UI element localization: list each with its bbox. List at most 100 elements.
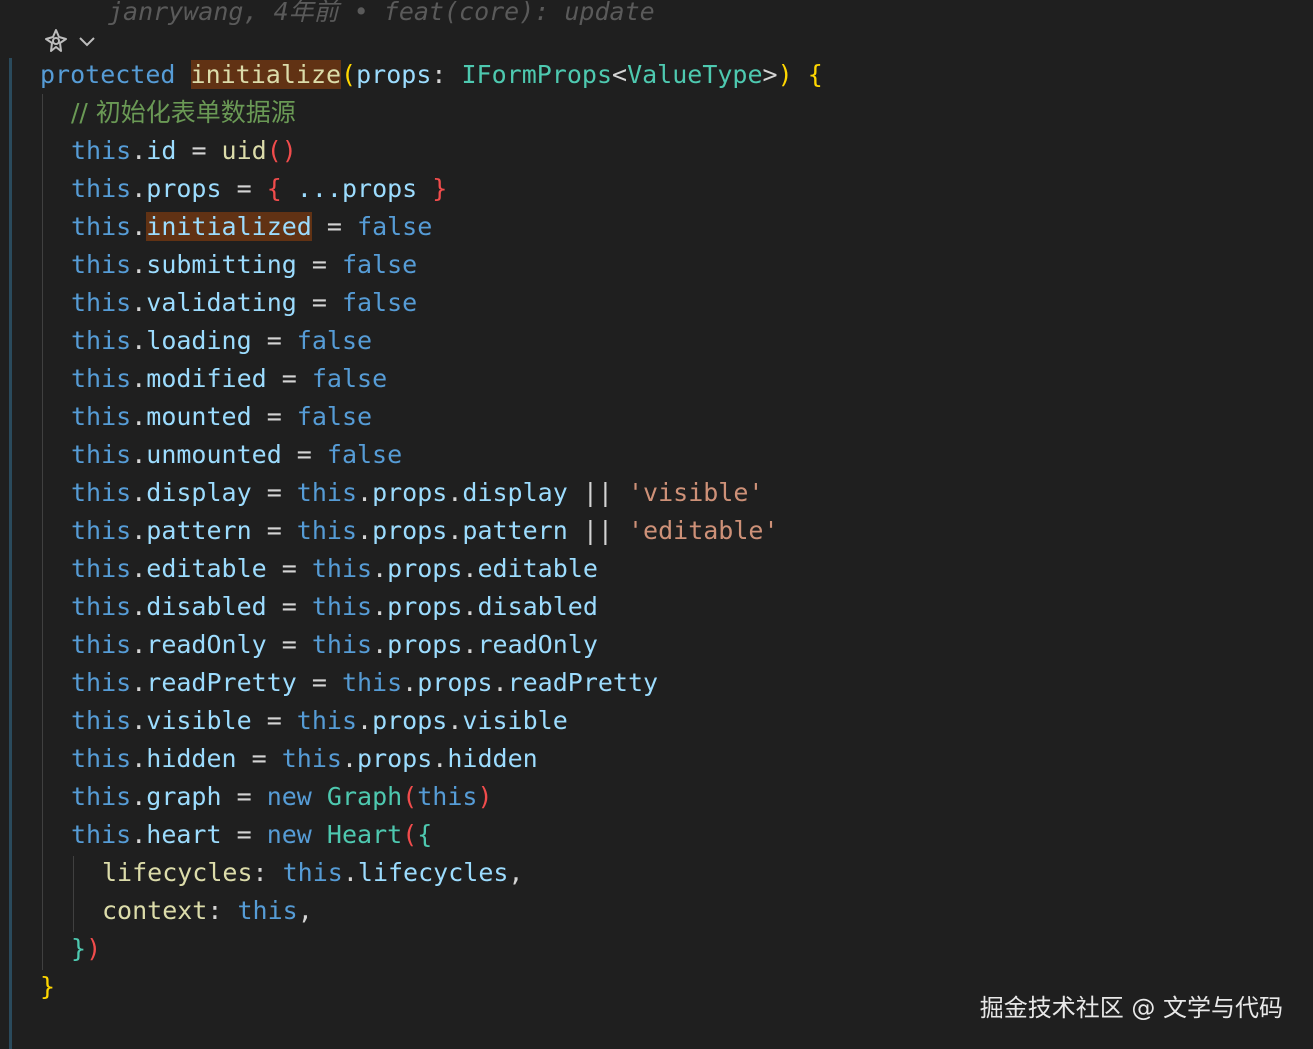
token-src: props bbox=[372, 478, 448, 507]
token-prop: graph bbox=[146, 782, 222, 811]
token-member: readPretty bbox=[507, 668, 659, 697]
code-line-validating[interactable]: this.validating = false bbox=[71, 284, 417, 322]
token-prop: readPretty bbox=[146, 668, 297, 697]
token-assign: = bbox=[251, 516, 297, 545]
token-dot: . bbox=[131, 820, 147, 849]
token-assign: = bbox=[296, 288, 342, 317]
token-member: editable bbox=[477, 554, 598, 583]
code-line-mounted[interactable]: this.mounted = false bbox=[71, 398, 372, 436]
token-assign: = bbox=[311, 212, 358, 241]
token-type-param: ValueType bbox=[627, 60, 763, 89]
code-line-signature[interactable]: protected initialize(props: IFormProps<V… bbox=[40, 56, 823, 94]
token-dot: . bbox=[492, 668, 508, 697]
code-line-loading[interactable]: this.loading = false bbox=[71, 322, 372, 360]
token-brace: { bbox=[417, 820, 433, 849]
code-line-pattern[interactable]: this.pattern = this.props.pattern || 'ed… bbox=[71, 512, 779, 550]
token-member: readOnly bbox=[477, 630, 598, 659]
code-line-hidden[interactable]: this.hidden = this.props.hidden bbox=[71, 740, 538, 778]
code-line-submitting[interactable]: this.submitting = false bbox=[71, 246, 417, 284]
token-src: props bbox=[417, 668, 493, 697]
token-this: this bbox=[296, 706, 358, 735]
token-dot: . bbox=[131, 554, 147, 583]
token-assign: = bbox=[251, 326, 297, 355]
token-assign: = bbox=[236, 744, 282, 773]
token-this: this bbox=[71, 706, 132, 735]
token-call: uid bbox=[221, 136, 267, 165]
code-line-heart-close[interactable]: }) bbox=[71, 930, 101, 968]
token-dot: . bbox=[462, 592, 478, 621]
token-this: this bbox=[237, 896, 298, 925]
code-line-unmounted[interactable]: this.unmounted = false bbox=[71, 436, 402, 474]
token-assign: = bbox=[296, 250, 342, 279]
token-new: new bbox=[266, 782, 312, 811]
code-line-props[interactable]: this.props = { ...props } bbox=[71, 170, 447, 208]
token-this: this bbox=[71, 288, 132, 317]
code-line-visible[interactable]: this.visible = this.props.visible bbox=[71, 702, 568, 740]
token-comma: , bbox=[508, 858, 524, 887]
token-paren: () bbox=[266, 136, 297, 165]
token-this: this bbox=[282, 858, 343, 887]
token-assign: = bbox=[221, 782, 267, 811]
token-this: this bbox=[71, 478, 132, 507]
code-lens[interactable] bbox=[42, 26, 98, 56]
code-line-disabled[interactable]: this.disabled = this.props.disabled bbox=[71, 588, 598, 626]
token-value: false bbox=[326, 440, 403, 469]
code-line-editable[interactable]: this.editable = this.props.editable bbox=[71, 550, 598, 588]
token-dot: . bbox=[372, 554, 388, 583]
token-assign: = bbox=[221, 174, 267, 203]
token-this: this bbox=[71, 782, 132, 811]
token-this: this bbox=[71, 744, 132, 773]
code-line-readpretty[interactable]: this.readPretty = this.props.readPretty bbox=[71, 664, 658, 702]
token-new: new bbox=[266, 820, 312, 849]
token-this: this bbox=[311, 554, 373, 583]
token-value: false bbox=[311, 364, 388, 393]
token-brace: } bbox=[40, 972, 56, 1001]
code-line-readonly[interactable]: this.readOnly = this.props.readOnly bbox=[71, 626, 598, 664]
token-src: props bbox=[357, 744, 433, 773]
token-this: this bbox=[71, 364, 132, 393]
code-line-lifecycles[interactable]: lifecycles: this.lifecycles, bbox=[102, 854, 523, 892]
token-string: 'visible' bbox=[627, 478, 764, 507]
token-dot: . bbox=[402, 668, 418, 697]
code-line-graph[interactable]: this.graph = new Graph(this) bbox=[71, 778, 493, 816]
token-dot: . bbox=[372, 630, 388, 659]
token-dot: . bbox=[342, 858, 358, 887]
sparkle-icon[interactable] bbox=[42, 27, 70, 55]
code-line-comment[interactable]: // 初始化表单数据源 bbox=[71, 94, 296, 132]
token-spread: ...props bbox=[296, 174, 418, 203]
token-dot: . bbox=[131, 478, 147, 507]
token-prop: submitting bbox=[146, 250, 297, 279]
token-dot: . bbox=[372, 592, 388, 621]
token-dot: . bbox=[447, 706, 463, 735]
token-member: pattern bbox=[462, 516, 568, 545]
token-dot: . bbox=[341, 744, 358, 773]
code-line-display[interactable]: this.display = this.props.display || 'vi… bbox=[71, 474, 763, 512]
token-member: disabled bbox=[477, 592, 598, 621]
token-key: lifecycles bbox=[102, 858, 253, 887]
token-prop: mounted bbox=[146, 402, 252, 431]
token-this: this bbox=[417, 782, 478, 811]
code-editor[interactable]: janrywang, 4年前 • feat(core): update prot… bbox=[0, 0, 1313, 1049]
code-line-initialized[interactable]: this.initialized = false bbox=[71, 208, 432, 246]
token-brace: { bbox=[807, 60, 823, 89]
token-src: props bbox=[372, 516, 448, 545]
token-prop: props bbox=[146, 174, 222, 203]
chevron-down-icon[interactable] bbox=[76, 30, 98, 52]
token-member: display bbox=[462, 478, 568, 507]
token-dot: . bbox=[131, 136, 147, 165]
token-this: this bbox=[71, 174, 132, 203]
token-paren: ) bbox=[477, 782, 493, 811]
token-class: Heart bbox=[326, 820, 403, 849]
token-dot: . bbox=[131, 630, 147, 659]
token-paren: ) bbox=[777, 60, 793, 89]
code-line-close[interactable]: } bbox=[40, 968, 55, 1006]
token-this: this bbox=[71, 402, 132, 431]
code-line-modified[interactable]: this.modified = false bbox=[71, 360, 387, 398]
token-colon: : bbox=[252, 858, 283, 887]
code-line-context[interactable]: context: this, bbox=[102, 892, 313, 930]
token-brace: } bbox=[417, 174, 448, 203]
code-line-heart[interactable]: this.heart = new Heart({ bbox=[71, 816, 432, 854]
token-dot: . bbox=[357, 706, 373, 735]
code-line-id[interactable]: this.id = uid() bbox=[71, 132, 297, 170]
token-src: props bbox=[387, 554, 463, 583]
